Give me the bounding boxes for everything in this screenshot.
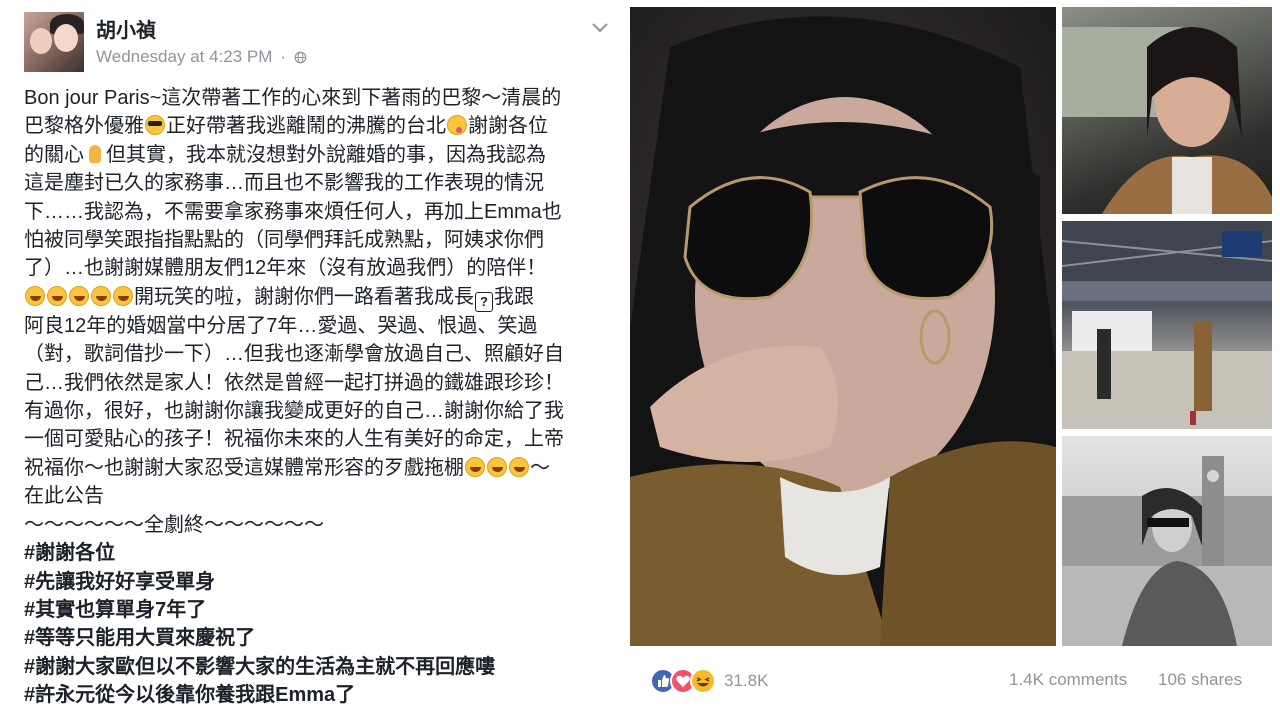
post-text-segment: 下……我認為，不需要拿家務事來煩任何人，再加上Emma也 <box>24 200 562 223</box>
selfie-sunglasses-image <box>630 16 1056 646</box>
post-text-segment: 巴黎格外優雅 <box>24 115 144 138</box>
post-text-segment: 了）…也謝謝媒體朋友們12年來（沒有放過我們）的陪伴！ <box>24 257 547 280</box>
post-text-line: 在此公告 <box>24 482 614 510</box>
laugh-emoji-icon <box>47 285 67 306</box>
box-emoji-icon: ? <box>475 291 493 312</box>
side-photo-1[interactable] <box>1062 7 1272 214</box>
post-text-segment: 的關心 <box>24 143 84 166</box>
silly-emoji-icon <box>447 115 467 136</box>
post-text-line: 己…我們依然是家人！依然是曾經一起打拼過的鐵雄跟珍珍！ <box>24 369 614 397</box>
post-body: Bon jour Paris~這次帶著工作的心來到下著雨的巴黎～清晨的 巴黎格外優… <box>24 84 614 710</box>
side-photo-3[interactable] <box>1062 436 1272 646</box>
reaction-count: 31.8K <box>724 671 769 690</box>
author-avatar[interactable] <box>24 12 84 72</box>
post-text-line: 巴黎格外優雅 正好帶著我逃離鬧的沸騰的台北 謝謝各位 <box>24 112 614 140</box>
post-text-line: 一個可愛貼心的孩子！祝福你未來的人生有美好的命定，上帝 <box>24 425 614 453</box>
post-text-line: 有過你，很好，也謝謝你讓我變成更好的自己…謝謝你給了我 <box>24 397 614 425</box>
laugh-emoji-icon <box>487 456 507 477</box>
post-header: 胡小禎 Wednesday at 4:23 PM · <box>24 12 614 76</box>
post-footer: 31.8K 1.4K comments 106 shares <box>630 646 1280 714</box>
post-text-line: 的關心 但其實，我本就沒想對外說離婚的事，因為我認為 <box>24 141 614 169</box>
post-text-segment: 阿良12年的婚姻當中分居了7年…愛過、哭過、恨過、笑過 <box>24 314 538 337</box>
laugh-emoji-icon <box>113 285 133 306</box>
post-text-segment: 但其實，我本就沒想對外說離婚的事，因為我認為 <box>106 143 546 166</box>
hashtag-link[interactable]: #等等只能用大買來慶祝了 <box>24 624 614 652</box>
train-station-image <box>1062 221 1272 429</box>
post-text-segment: 有過你，很好，也謝謝你讓我變成更好的自己…謝謝你給了我 <box>24 400 564 423</box>
post-text-line: Bon jour Paris~這次帶著工作的心來到下著雨的巴黎～清晨的 <box>24 84 614 112</box>
post-card: 胡小禎 Wednesday at 4:23 PM · Bon jour Pari… <box>0 0 626 714</box>
post-text-segment: ～～～～～～全劇終～～～～～～ <box>24 513 324 536</box>
post-meta: Wednesday at 4:23 PM · <box>96 47 307 67</box>
post-text-segment: 這是塵封已久的家務事…而且也不影響我的工作表現的情況 <box>24 172 544 195</box>
post-text-line: 怕被同學笑跟指指點點的（同學們拜託成熟點，阿姨求你們 <box>24 226 614 254</box>
cool-emoji-icon <box>145 115 165 136</box>
shares-count-link[interactable]: 106 shares <box>1158 670 1242 690</box>
chevron-down-icon[interactable] <box>590 20 610 36</box>
laugh-emoji-icon <box>509 456 529 477</box>
post-text-line: 阿良12年的婚姻當中分居了7年…愛過、哭過、恨過、笑過 <box>24 312 614 340</box>
laugh-emoji-icon <box>465 456 485 477</box>
post-text-segment: 我跟 <box>494 285 534 308</box>
meta-separator: · <box>280 47 287 66</box>
post-text-line: 下……我認為，不需要拿家務事來煩任何人，再加上Emma也 <box>24 198 614 226</box>
post-text-segment: ～ <box>530 456 550 479</box>
haha-icon <box>690 668 716 694</box>
post-text-line: ～～～～～～全劇終～～～～～～ <box>24 511 614 539</box>
post-text-segment: 開玩笑的啦，謝謝你們一路看著我成長 <box>134 285 474 308</box>
laugh-emoji-icon <box>69 285 89 306</box>
side-photo-2[interactable] <box>1062 221 1272 429</box>
laugh-emoji-icon <box>91 285 111 306</box>
selfie-in-train-image <box>1062 27 1272 214</box>
street-clocktower-image <box>1062 456 1272 646</box>
post-text-segment: 怕被同學笑跟指指點點的（同學們拜託成熟點，阿姨求你們 <box>24 229 544 252</box>
hashtag-link[interactable]: #許永元從今以後靠你養我跟Emma了 <box>24 681 614 709</box>
post-text-line: 這是塵封已久的家務事…而且也不影響我的工作表現的情況 <box>24 169 614 197</box>
post-text-segment: 一個可愛貼心的孩子！祝福你未來的人生有美好的命定，上帝 <box>24 428 564 451</box>
post-text-segment: Bon jour Paris~這次帶著工作的心來到下著雨的巴黎～清晨的 <box>24 87 562 109</box>
pray-emoji-icon <box>85 144 105 164</box>
author-name[interactable]: 胡小禎 <box>96 14 156 43</box>
post-text-segment: 在此公告 <box>24 485 104 508</box>
post-text-segment: （對，歌詞借抄一下）…但我也逐漸學會放過自己、照顧好自 <box>24 343 564 366</box>
hashtag-link[interactable]: #其實也算單身7年了 <box>24 596 614 624</box>
post-text-segment: 祝福你～也謝謝大家忍受這媒體常形容的歹戲拖棚 <box>24 456 464 479</box>
post-text-line: 開玩笑的啦，謝謝你們一路看著我成長? 我跟 <box>24 283 614 312</box>
post-text-segment: 謝謝各位 <box>468 115 548 138</box>
hashtag-link[interactable]: #先讓我好好享受單身 <box>24 568 614 596</box>
hashtag-link[interactable]: #謝謝大家歐但以不影響大家的生活為主就不再回應嘍 <box>24 653 614 681</box>
laugh-emoji-icon <box>25 285 45 306</box>
post-text-line: 了）…也謝謝媒體朋友們12年來（沒有放過我們）的陪伴！ <box>24 254 614 282</box>
post-text-line: （對，歌詞借抄一下）…但我也逐漸學會放過自己、照顧好自 <box>24 340 614 368</box>
post-text-segment: 己…我們依然是家人！依然是曾經一起打拼過的鐵雄跟珍珍！ <box>24 371 564 394</box>
hashtag-link[interactable]: #謝謝各位 <box>24 539 614 567</box>
globe-icon[interactable] <box>294 51 307 64</box>
main-photo[interactable] <box>630 7 1056 646</box>
comments-count-link[interactable]: 1.4K comments <box>1009 670 1127 690</box>
post-text-segment: 正好帶著我逃離鬧的沸騰的台北 <box>166 115 446 138</box>
post-timestamp[interactable]: Wednesday at 4:23 PM <box>96 47 272 67</box>
reactions-summary[interactable]: 31.8K <box>650 668 768 694</box>
post-text-line: 祝福你～也謝謝大家忍受這媒體常形容的歹戲拖棚 ～ <box>24 454 614 482</box>
